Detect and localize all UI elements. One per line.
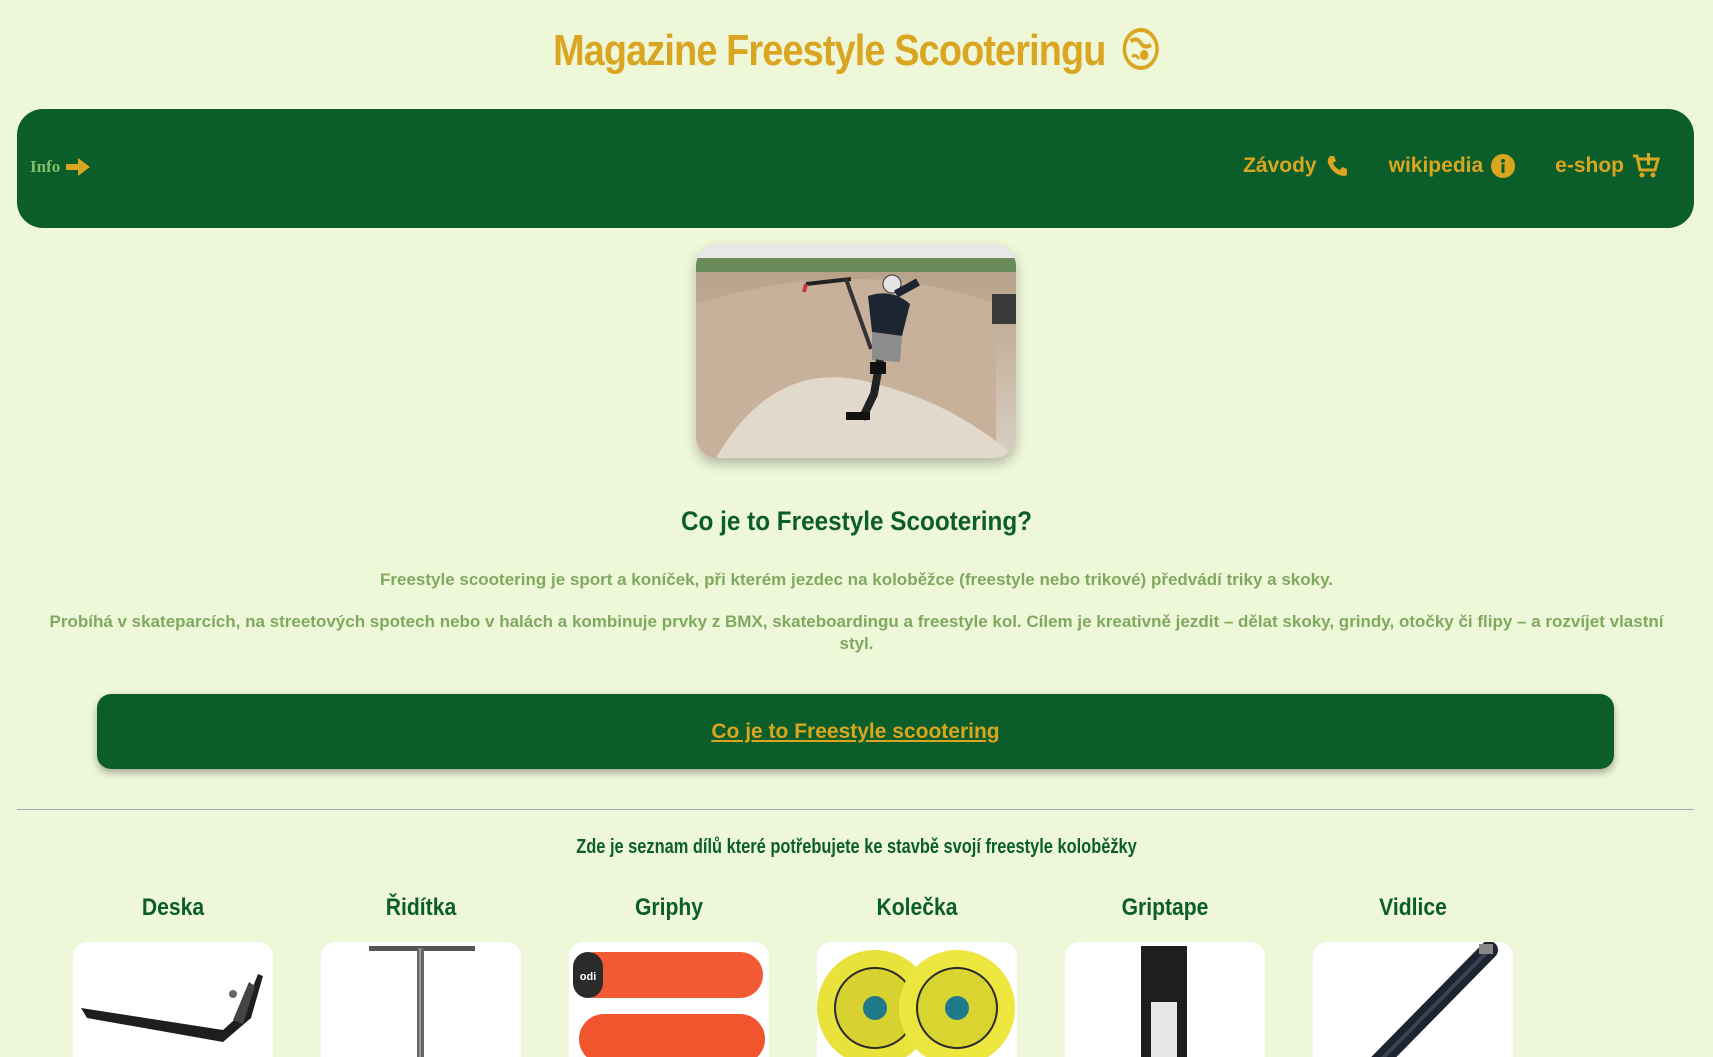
part-card-kolecka[interactable] bbox=[817, 942, 1017, 1057]
part-card-griphy[interactable]: odi bbox=[569, 942, 769, 1057]
intro-heading: Co je to Freestyle Scootering? bbox=[680, 506, 1033, 536]
cta-banner: Co je to Freestyle scootering bbox=[97, 694, 1614, 769]
phone-icon bbox=[1327, 156, 1347, 176]
cta-link[interactable]: Co je to Freestyle scootering bbox=[711, 720, 999, 744]
scooter-rider-photo bbox=[696, 244, 1016, 458]
part-card-deska[interactable] bbox=[73, 942, 273, 1057]
nav-info-label: Info bbox=[30, 157, 61, 176]
part-card-vidlice[interactable] bbox=[1313, 942, 1513, 1057]
intro-paragraph-2: Probíhá v skateparcích, na streetových s… bbox=[49, 612, 1664, 653]
part-item-deska: Deska bbox=[73, 894, 273, 1057]
parts-heading: Zde je seznam dílů které potřebujete ke … bbox=[576, 836, 1137, 858]
wheels-photo bbox=[817, 950, 1015, 1057]
nav-link-zavody-label: Závody bbox=[1243, 154, 1317, 177]
part-item-kolecka: Kolečka bbox=[817, 894, 1017, 1057]
part-name: Griphy bbox=[634, 894, 704, 921]
arrow-right-icon bbox=[66, 158, 91, 176]
nav-link-eshop[interactable]: e-shop bbox=[1555, 153, 1660, 179]
part-name: Řidítka bbox=[385, 894, 457, 921]
part-name: Griptape bbox=[1121, 894, 1209, 921]
info-circle-icon bbox=[1491, 154, 1516, 178]
site-title: Magazine Freestyle Scooteringu bbox=[120, 26, 1593, 76]
part-name: Kolečka bbox=[876, 894, 958, 921]
fork-photo bbox=[1371, 942, 1498, 1057]
intro-paragraph-1: Freestyle scootering je sport a koníček,… bbox=[380, 570, 1333, 589]
part-name: Deska bbox=[141, 894, 205, 921]
part-item-griptape: Griptape bbox=[1065, 894, 1265, 1057]
griptape-photo bbox=[1141, 946, 1187, 1057]
svg-text:odi: odi bbox=[580, 971, 597, 983]
nav-info-link[interactable]: Info bbox=[30, 157, 91, 177]
nav-link-wikipedia[interactable]: wikipedia bbox=[1389, 154, 1516, 178]
handlebar-photo bbox=[369, 946, 475, 1057]
globe-skater-icon bbox=[1122, 28, 1160, 70]
part-card-griptape[interactable] bbox=[1065, 942, 1265, 1057]
hero-image bbox=[696, 244, 1016, 458]
nav-link-eshop-label: e-shop bbox=[1555, 154, 1624, 177]
grips-photo: odi bbox=[573, 952, 765, 1057]
divider bbox=[17, 809, 1694, 810]
part-item-vidlice: Vidlice bbox=[1313, 894, 1513, 1057]
navbar: Info Závody wikipedia e-shop bbox=[17, 109, 1694, 228]
part-card-riditka[interactable] bbox=[321, 942, 521, 1057]
part-name: Vidlice bbox=[1379, 894, 1447, 921]
nav-link-wikipedia-label: wikipedia bbox=[1388, 154, 1484, 177]
deck-photo bbox=[81, 974, 263, 1042]
site-title-text: Magazine Freestyle Scooteringu bbox=[553, 26, 1106, 75]
part-item-riditka: Řidítka bbox=[321, 894, 521, 1057]
cart-plus-icon bbox=[1633, 153, 1660, 178]
part-item-griphy: Griphy odi bbox=[569, 894, 769, 1057]
nav-link-zavody[interactable]: Závody bbox=[1243, 154, 1349, 178]
nav-links: Závody wikipedia e-shop bbox=[1243, 153, 1660, 179]
